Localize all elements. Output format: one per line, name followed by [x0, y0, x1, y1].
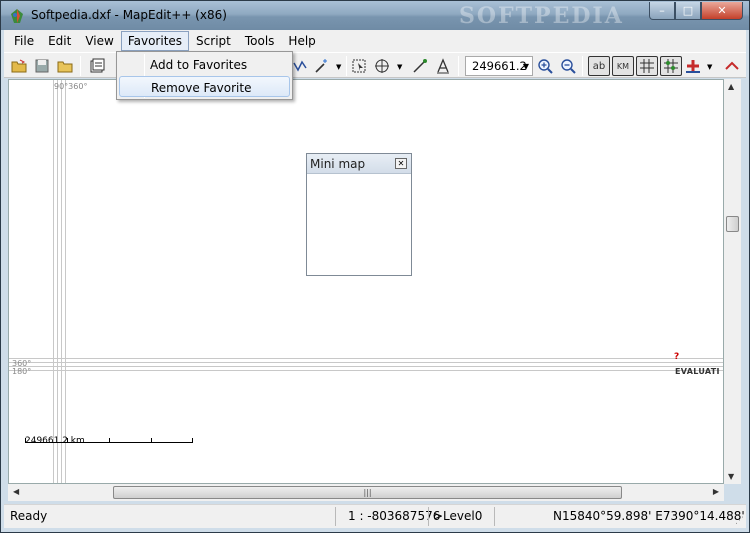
status-bar: Ready 1 : -803687576 >Level0 N15840°59.8…: [4, 504, 746, 528]
scroll-down-icon[interactable]: ▼: [728, 472, 734, 481]
evaluation-label: EVALUATI: [675, 367, 720, 376]
add-to-favorites-menu-item[interactable]: Add to Favorites: [119, 54, 290, 75]
grid-icon[interactable]: [636, 56, 658, 76]
menu-file[interactable]: File: [7, 31, 41, 51]
minimize-button[interactable]: –: [649, 2, 675, 20]
favorites-dropdown-menu: Add to Favorites Remove Favorite: [116, 51, 293, 100]
vertical-scrollbar[interactable]: ▲ ▼: [724, 79, 741, 484]
meridian-line: [53, 80, 54, 483]
save-icon[interactable]: [32, 56, 52, 76]
scroll-right-icon[interactable]: ▶: [713, 487, 719, 496]
resize-grip-icon[interactable]: ⋰: [735, 516, 744, 526]
properties-icon[interactable]: [87, 56, 107, 76]
route-icon[interactable]: [410, 56, 430, 76]
remove-favorite-menu-item[interactable]: Remove Favorite: [119, 76, 290, 97]
map-canvas[interactable]: 90°360° 360° 180° www.softpedia.com ? EV…: [8, 79, 724, 484]
parallel-line: [9, 362, 723, 363]
scalebar: [25, 438, 193, 443]
level-readout: >Level0: [433, 509, 483, 523]
zoom-level-combobox[interactable]: 249661.2 ▼: [465, 56, 533, 76]
title-bar[interactable]: Softpedia.dxf - MapEdit++ (x86) SOFTPEDI…: [1, 1, 749, 30]
pan-dropdown-icon[interactable]: ▼: [397, 63, 402, 71]
status-text: Ready: [10, 509, 48, 523]
open-icon[interactable]: [9, 56, 29, 76]
minimap-panel[interactable]: Mini map ✕: [306, 153, 412, 276]
parallel-line: [9, 358, 723, 359]
labels-toggle-icon[interactable]: ab: [588, 56, 610, 76]
parallel-line: [9, 370, 723, 371]
zoom-dropdown-icon[interactable]: ▼: [523, 62, 529, 71]
km-toggle-icon[interactable]: KM: [612, 56, 634, 76]
magic-wand-dropdown-icon[interactable]: ▼: [336, 63, 341, 71]
menu-bar: File Edit View Favorites Script Tools He…: [4, 30, 746, 52]
marker-dropdown-icon[interactable]: ▼: [707, 63, 712, 71]
meridian-line: [65, 80, 66, 483]
scalebar-label: 249661.2 km: [25, 436, 85, 446]
left-degree-label: 180°: [12, 367, 32, 376]
zoom-in-icon[interactable]: [535, 56, 555, 76]
coordinates-readout: N15840°59.898' E7390°14.488': [553, 509, 745, 523]
marker-icon[interactable]: [683, 56, 703, 76]
parallel-line: [9, 366, 723, 367]
close-button[interactable]: ✕: [701, 2, 743, 20]
scale-readout: 1 : -803687576: [348, 509, 441, 523]
meridian-line: [57, 80, 58, 483]
top-degree-label: 90°360°: [54, 82, 88, 91]
softpedia-watermark: SOFTPEDIA: [459, 3, 624, 29]
maximize-button[interactable]: □: [675, 2, 701, 20]
snap-icon[interactable]: [660, 56, 682, 76]
vertical-scroll-thumb[interactable]: [726, 216, 739, 232]
horizontal-scroll-thumb[interactable]: |||: [113, 486, 622, 499]
app-window: Softpedia.dxf - MapEdit++ (x86) SOFTPEDI…: [0, 0, 750, 533]
menu-script[interactable]: Script: [189, 31, 238, 51]
folder-icon[interactable]: [55, 56, 75, 76]
menu-view[interactable]: View: [78, 31, 120, 51]
menu-help[interactable]: Help: [281, 31, 322, 51]
menu-tools[interactable]: Tools: [238, 31, 282, 51]
zoom-out-icon[interactable]: [558, 56, 578, 76]
horizontal-scrollbar[interactable]: ◀ ||| ▶: [8, 484, 724, 501]
scroll-left-icon[interactable]: ◀: [13, 487, 19, 496]
window-title: Softpedia.dxf - MapEdit++ (x86): [31, 8, 227, 22]
toolbar-overflow-icon[interactable]: [722, 56, 742, 76]
magic-wand-icon[interactable]: [311, 56, 331, 76]
menu-edit[interactable]: Edit: [41, 31, 78, 51]
menu-favorites[interactable]: Favorites: [120, 31, 190, 51]
select-icon[interactable]: [349, 56, 369, 76]
polyline-icon[interactable]: [290, 56, 310, 76]
scroll-up-icon[interactable]: ▲: [728, 82, 734, 91]
minimap-close-icon[interactable]: ✕: [395, 158, 407, 169]
measure-icon[interactable]: [433, 56, 453, 76]
mapedit-app-icon: [11, 9, 23, 23]
meridian-line: [61, 80, 62, 483]
pan-icon[interactable]: [372, 56, 392, 76]
zoom-level-value: 249661.2: [472, 59, 527, 73]
evaluation-question-mark: ?: [674, 352, 680, 362]
